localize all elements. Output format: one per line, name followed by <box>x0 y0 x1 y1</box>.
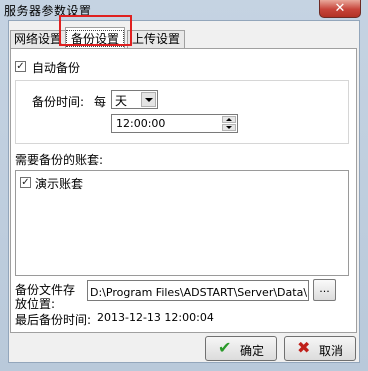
backup-time-input[interactable]: 12:00:00 <box>111 114 238 133</box>
auto-backup-checkbox[interactable]: ✓ <box>15 61 26 72</box>
tab-network[interactable]: 网络设置 <box>10 30 66 48</box>
accounts-label: 需要备份的账套: <box>15 153 104 167</box>
arrow-up-icon <box>226 118 232 121</box>
backup-time-label: 备份时间: <box>32 95 85 109</box>
cancel-button-label: 取消 <box>319 344 344 358</box>
check-icon: ✓ <box>16 61 25 72</box>
highlight-annotation <box>59 15 132 46</box>
close-icon: ✕ <box>334 1 346 16</box>
accounts-list[interactable]: ✓ 演示账套 <box>15 170 349 276</box>
x-icon: ✖ <box>297 338 311 357</box>
time-spinner <box>222 116 236 131</box>
ok-button[interactable]: ✔ 确定 <box>205 336 277 361</box>
tab-upload-label: 上传设置 <box>131 32 180 46</box>
backup-time-value: 12:00:00 <box>116 117 166 130</box>
ok-button-label: 确定 <box>240 344 265 358</box>
chevron-down-icon <box>145 98 153 102</box>
browse-button-label: ... <box>319 282 330 295</box>
tab-network-label: 网络设置 <box>13 32 62 46</box>
account-checkbox[interactable]: ✓ <box>20 177 31 188</box>
auto-backup-label: 自动备份 <box>32 61 81 75</box>
time-increment-button[interactable] <box>222 116 236 123</box>
check-icon: ✓ <box>21 177 30 188</box>
last-backup-label: 最后备份时间: <box>15 313 92 327</box>
every-label: 每 <box>94 95 107 109</box>
list-item[interactable]: ✓ 演示账套 <box>19 175 139 191</box>
backup-path-field[interactable]: D:\Program Files\ADSTART\Server\Data\自动备… <box>87 280 309 301</box>
period-select[interactable]: 天 <box>111 90 158 109</box>
dialog-window: 服务器参数设置 ✕ 网络设置 备份设置 上传设置 ✓ 自动备份 备份时间: 每 … <box>0 0 368 371</box>
backup-path-label-line2: 放位置: <box>15 297 56 311</box>
period-dropdown-button[interactable] <box>141 92 156 107</box>
period-select-value: 天 <box>115 94 128 108</box>
tab-upload[interactable]: 上传设置 <box>127 30 185 48</box>
last-backup-value: 2013-12-13 12:00:04 <box>97 311 214 324</box>
title-bar: 服务器参数设置 ✕ <box>0 0 368 20</box>
checkmark-icon: ✔ <box>218 338 232 357</box>
close-button[interactable]: ✕ <box>319 0 361 18</box>
cancel-button[interactable]: ✖ 取消 <box>284 336 356 361</box>
backup-path-value: D:\Program Files\ADSTART\Server\Data\自动备… <box>90 286 308 299</box>
account-name: 演示账套 <box>35 177 84 191</box>
backup-time-group <box>15 80 349 144</box>
browse-button[interactable]: ... <box>313 279 336 301</box>
arrow-down-icon <box>226 126 232 129</box>
time-decrement-button[interactable] <box>222 124 236 131</box>
